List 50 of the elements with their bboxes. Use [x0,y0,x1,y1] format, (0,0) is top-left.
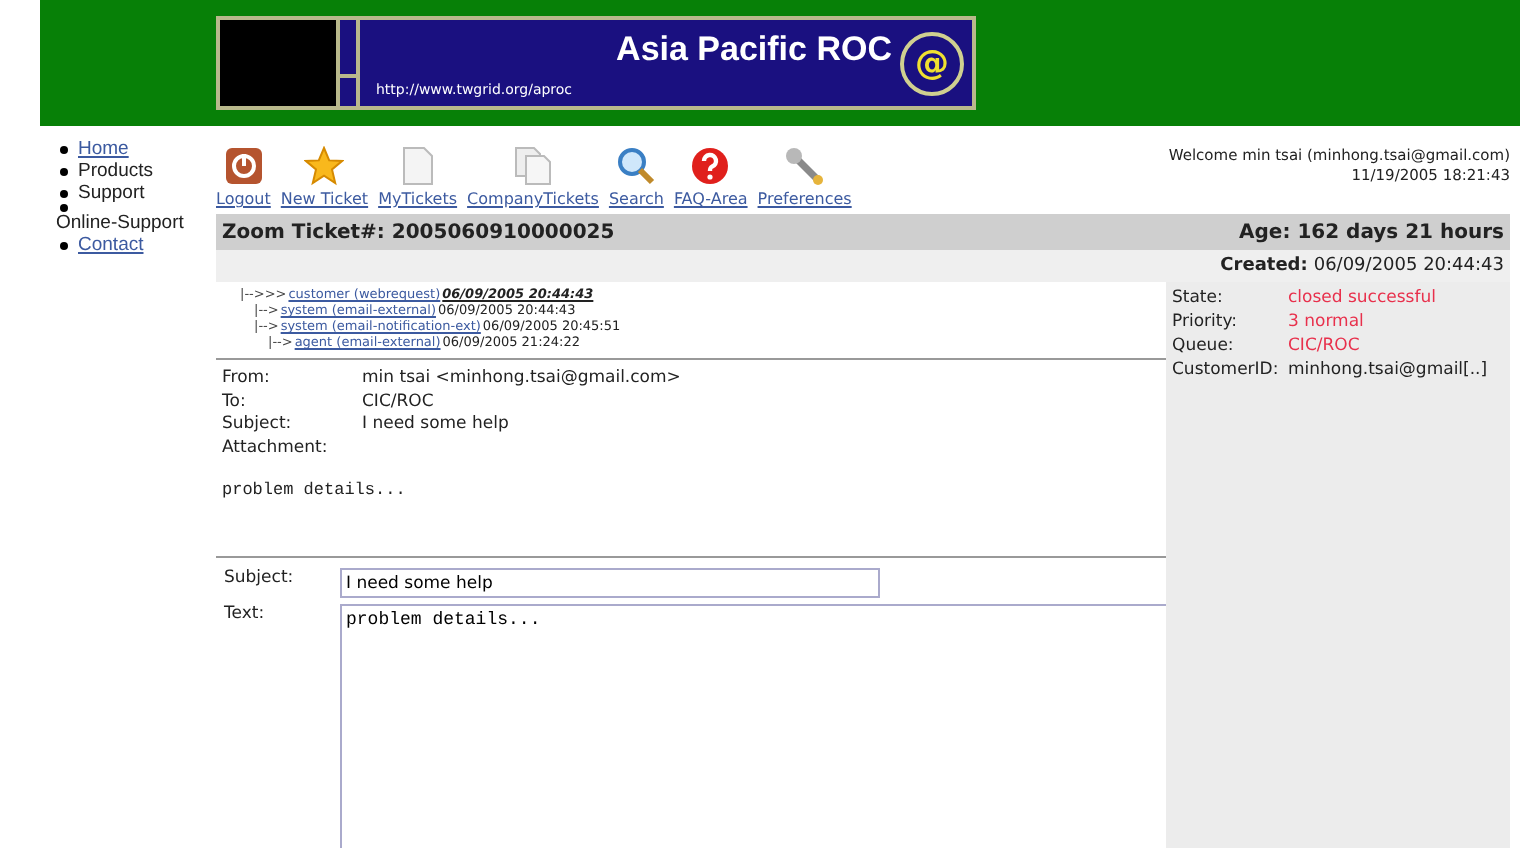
header-value: CIC/ROC [362,391,436,414]
property-value: CIC/ROC [1288,334,1362,358]
toolbar-link[interactable]: Search [608,146,664,214]
subject-label: Subject: [224,568,296,588]
text-area[interactable]: problem details... [340,604,1172,848]
created-date: 06/09/2005 20:44:43 [1313,256,1504,276]
message-body: problem details... [222,480,408,500]
ticket-title: Zoom Ticket#: 2005060910000025 [222,221,615,243]
property-label: CustomerID: [1172,358,1281,382]
bullet-icon [60,145,68,153]
nav-link[interactable]: Contact [78,234,144,256]
bullet-icon [60,241,68,249]
help-icon [690,146,731,186]
property-value: closed successful [1288,286,1438,310]
header-value: I need some help [362,414,511,437]
search-icon [616,146,657,186]
toolbar-link[interactable]: MyTickets [378,146,458,214]
star-icon [304,146,345,186]
power-icon [223,146,264,186]
toolbar-link[interactable]: Logout [216,146,271,214]
property-label: Queue: [1172,334,1236,358]
created-label: Created: [1220,256,1308,276]
logo-block [220,20,336,106]
property-label: State: [1172,286,1225,310]
wrench-icon [784,146,825,186]
ticket-age: Age: 162 days 21 hours [1239,221,1504,243]
banner-strip [340,78,356,106]
text-label: Text: [224,604,267,624]
toolbar-link[interactable]: Preferences [757,146,852,214]
toolbar-link[interactable]: FAQ-Area [673,146,748,214]
header-value: min tsai <minhong.tsai@gmail.com> [362,368,683,391]
subject-field[interactable]: I need some help [340,568,880,598]
header-label: Subject: [222,414,294,437]
document-icon [401,146,434,186]
property-label: Priority: [1172,310,1239,334]
header-label: From: [222,368,272,391]
bullet-icon [60,204,68,212]
documents-icon [513,146,553,186]
property-value: minhong.tsai@gmail[..] [1288,358,1490,382]
header-label: Attachment: [222,437,330,460]
nav-link[interactable]: Home [78,138,129,160]
property-value: 3 normal [1288,310,1366,334]
toolbar-link[interactable]: New Ticket [280,146,369,214]
bullet-icon [60,167,68,175]
site-title: Asia Pacific ROC [616,29,892,69]
header-label: To: [222,391,248,414]
at-sign-badge: @ [900,31,964,95]
toolbar-link[interactable]: CompanyTickets [467,146,599,214]
bullet-icon [60,189,68,197]
banner-strip [340,20,356,75]
